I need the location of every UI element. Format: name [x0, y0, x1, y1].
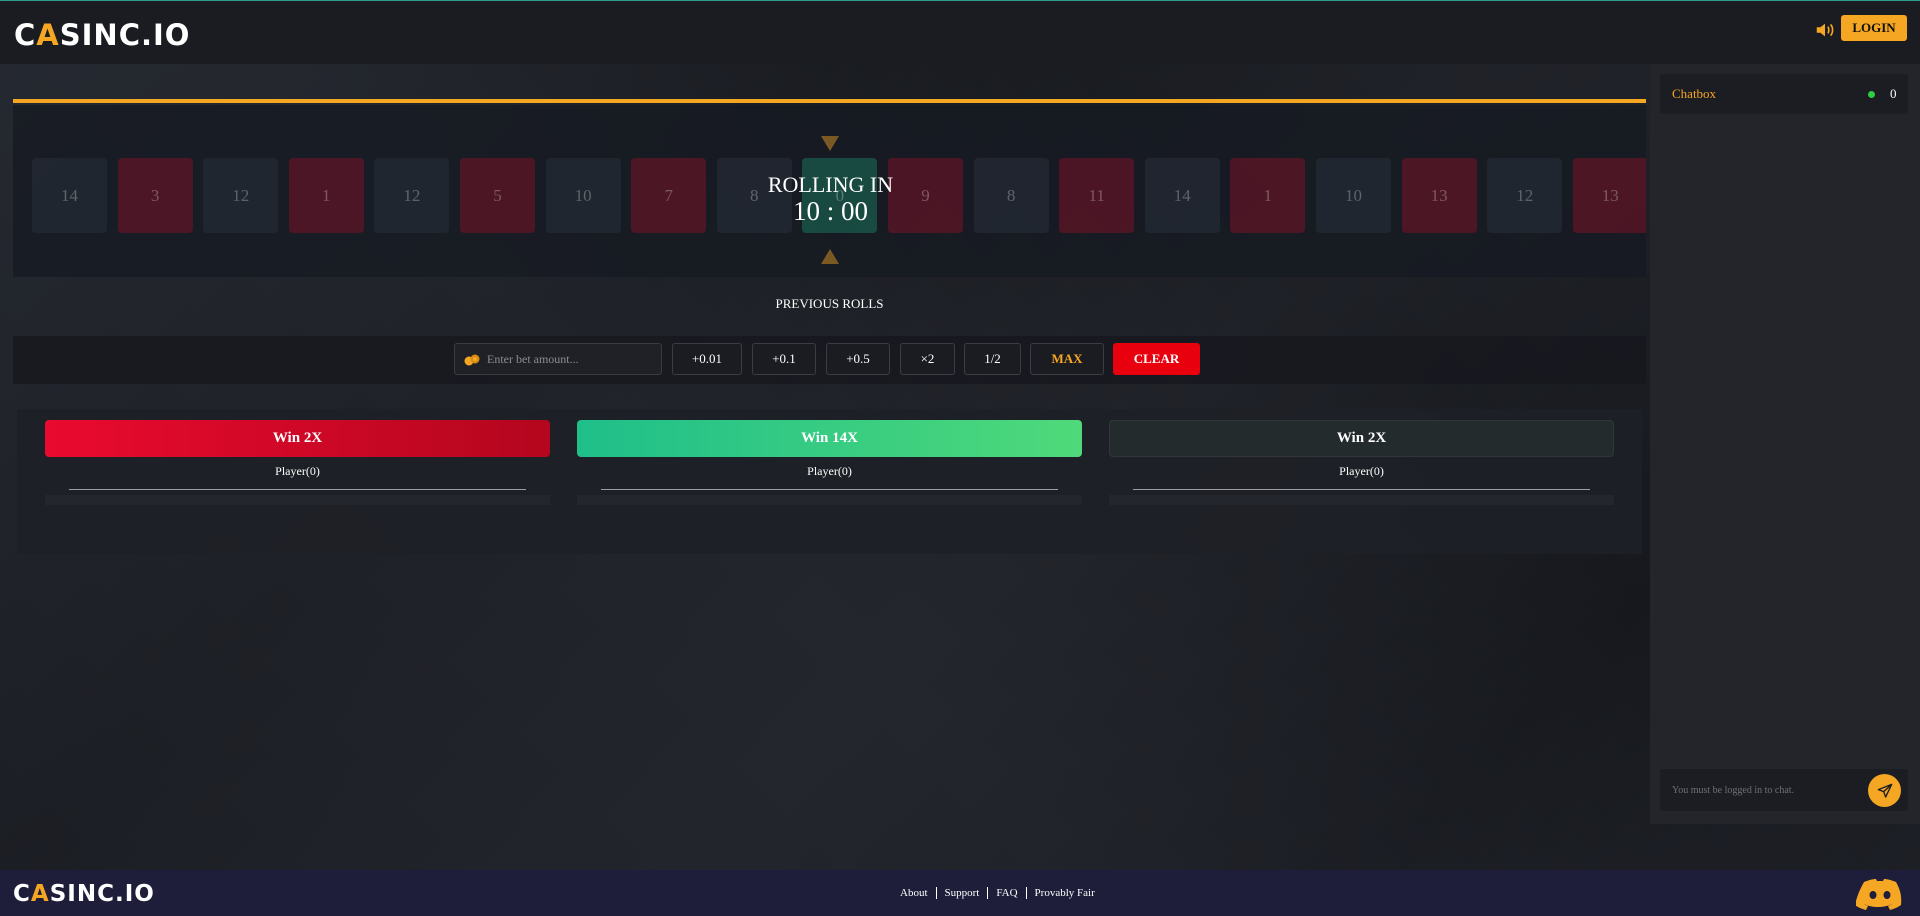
add-0.01-button[interactable]: +0.01: [672, 343, 742, 375]
paper-plane-icon: [1877, 783, 1892, 798]
footer-link-provably-fair[interactable]: Provably Fair: [1027, 887, 1103, 899]
footer-logo[interactable]: CASINC.IO: [13, 881, 155, 907]
footer-link-about[interactable]: About: [900, 887, 937, 899]
player-count: Player(0): [807, 464, 852, 478]
footer: CASINC.IO About Support FAQ Provably Fai…: [0, 870, 1920, 916]
half-button[interactable]: 1/2: [964, 343, 1021, 375]
bet-list: [1109, 495, 1614, 505]
chat-header: Chatbox 0: [1660, 74, 1908, 114]
bet-list: [577, 495, 1082, 505]
speaker-icon[interactable]: [1814, 19, 1836, 41]
bet-red-button[interactable]: Win 2X: [45, 420, 550, 457]
bet-columns: Win 2X Player(0) Win 14X Player(0) Win 2…: [17, 409, 1642, 554]
discord-icon[interactable]: [1856, 878, 1904, 910]
pointer-up-icon: [821, 249, 839, 264]
send-message-button[interactable]: [1868, 774, 1901, 807]
bet-controls: +0.01 +0.1 +0.5 ×2 1/2 MAX CLEAR: [13, 336, 1646, 384]
online-indicator: [1868, 91, 1875, 98]
rolling-timer: 10 : 00: [792, 196, 868, 226]
roulette-tile: 1: [288, 158, 364, 233]
top-header: CASINC.IO LOGIN: [0, 0, 1920, 64]
roulette-tile: 5: [460, 158, 535, 233]
clear-button[interactable]: CLEAR: [1113, 343, 1200, 375]
footer-link-faq[interactable]: FAQ: [988, 887, 1027, 899]
rolling-status: ROLLING IN: [767, 172, 894, 197]
divider: [601, 489, 1058, 490]
round-progress-bar: [13, 99, 1646, 103]
add-0.5-button[interactable]: +0.5: [826, 343, 890, 375]
pointer-down-icon: [821, 136, 839, 151]
previous-rolls-label: PREVIOUS ROLLS: [775, 296, 884, 311]
roulette-tile: 7: [631, 158, 707, 233]
chat-input-wrapper: [1660, 769, 1908, 811]
roulette-tile: 12: [203, 158, 279, 233]
roulette-tile: 1: [1230, 158, 1306, 233]
roulette-tile: 12: [374, 158, 450, 233]
bet-column-dark: Win 2X Player(0): [1109, 409, 1614, 549]
bet-green-button[interactable]: Win 14X: [577, 420, 1082, 457]
divider: [69, 489, 526, 490]
coins-icon: [464, 354, 480, 366]
divider: [1133, 489, 1590, 490]
bet-dark-button[interactable]: Win 2X: [1109, 420, 1614, 457]
bet-list: [45, 495, 550, 505]
chat-sidebar: Chatbox 0: [1650, 64, 1920, 824]
max-button[interactable]: MAX: [1030, 343, 1104, 375]
site-logo[interactable]: CASINC.IO: [14, 18, 190, 52]
roulette-tile: 12: [1487, 158, 1563, 233]
roulette-tile: 8: [973, 158, 1049, 233]
add-0.1-button[interactable]: +0.1: [752, 343, 816, 375]
roulette-tile: 10: [545, 158, 621, 233]
bet-amount-input[interactable]: [487, 344, 657, 374]
roulette-tile: 14: [32, 158, 107, 233]
player-count: Player(0): [1339, 464, 1384, 478]
roulette-tile: 14: [1144, 158, 1220, 233]
bet-input-wrapper: [454, 343, 662, 375]
bet-column-red: Win 2X Player(0): [45, 409, 550, 549]
roulette-tile: 11: [1059, 158, 1135, 233]
roulette-tile: 13: [1401, 158, 1477, 233]
player-count: Player(0): [275, 464, 320, 478]
roulette-tile: 10: [1316, 158, 1391, 233]
footer-links: About Support FAQ Provably Fair: [900, 887, 1103, 899]
chat-message-input[interactable]: [1672, 775, 1862, 805]
roulette-tile: 13: [1572, 158, 1646, 233]
double-button[interactable]: ×2: [900, 343, 955, 375]
online-count: 0: [1890, 86, 1897, 101]
bet-column-green: Win 14X Player(0): [577, 409, 1082, 549]
chat-title: Chatbox: [1672, 86, 1717, 101]
roulette-tile: 3: [117, 158, 193, 233]
login-button[interactable]: LOGIN: [1841, 15, 1907, 41]
footer-link-support[interactable]: Support: [937, 887, 989, 899]
